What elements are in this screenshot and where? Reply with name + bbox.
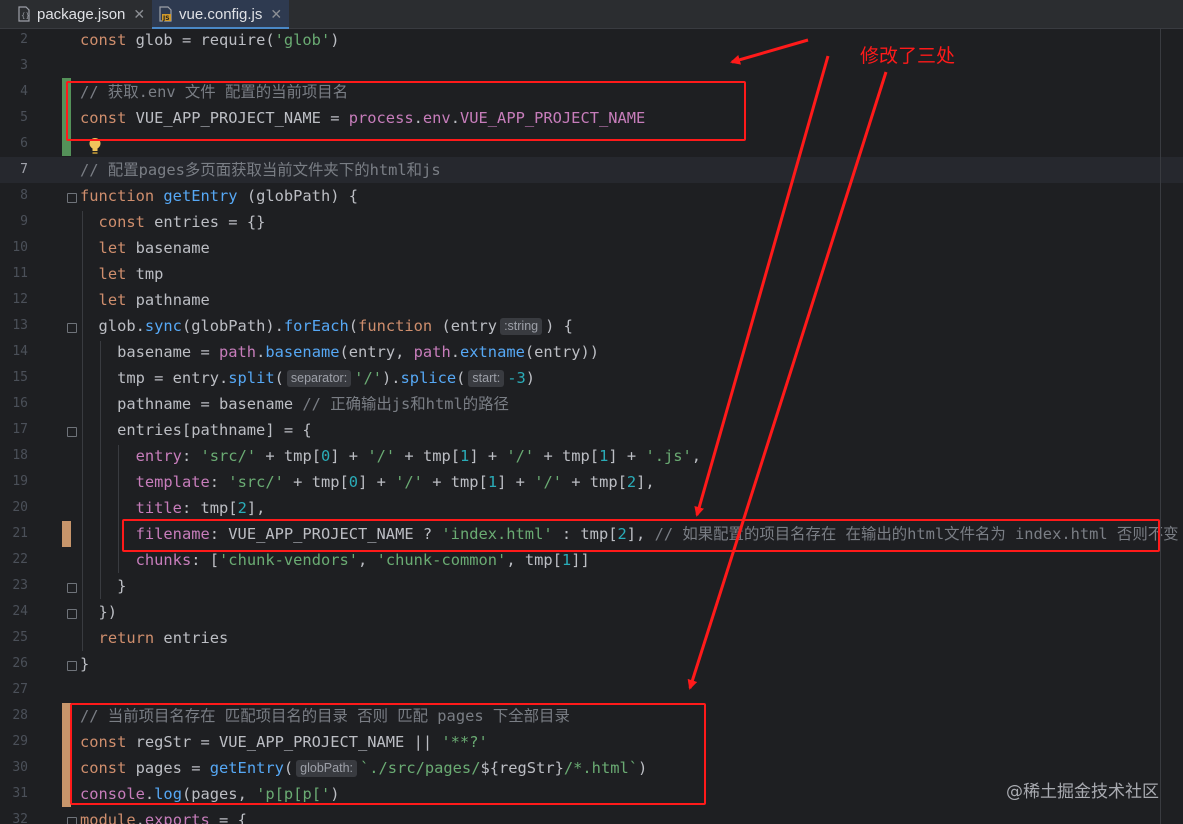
arrow-to-box-2 [694, 55, 830, 517]
annotation-text: 修改了三处 [860, 45, 956, 67]
arrow-to-box-3 [687, 71, 888, 690]
arrow-to-box-1 [730, 38, 809, 65]
watermark: @稀土掘金技术社区 [1006, 782, 1159, 802]
annotation-arrows [687, 38, 888, 690]
